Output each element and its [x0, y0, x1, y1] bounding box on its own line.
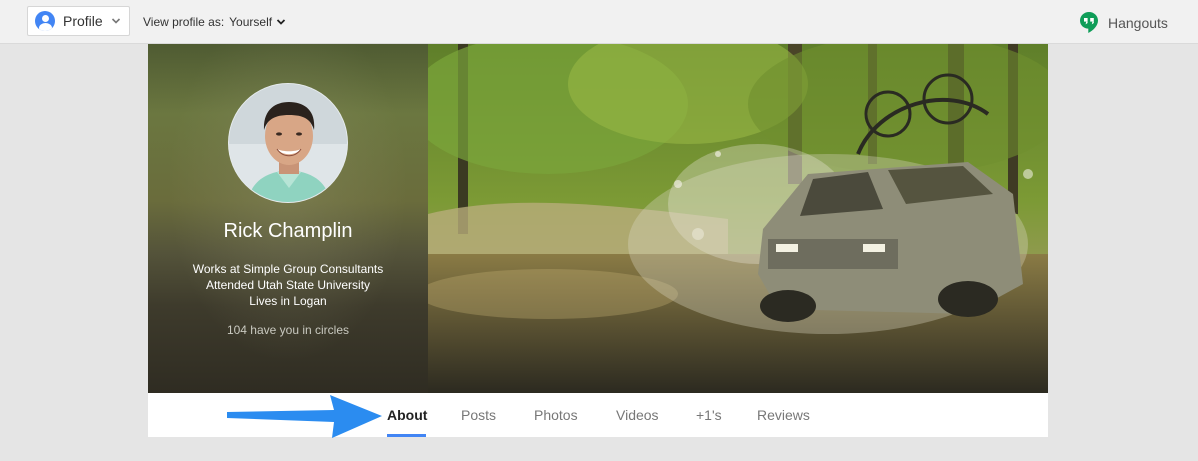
tab-videos[interactable]: Videos — [616, 393, 659, 437]
avatar[interactable] — [228, 83, 348, 203]
circles-count[interactable]: 104 have you in circles — [148, 323, 428, 337]
profile-details: Works at Simple Group Consultants Attend… — [148, 261, 428, 309]
tab-plus-ones[interactable]: +1's — [696, 393, 722, 437]
profile-work: Works at Simple Group Consultants — [192, 262, 384, 276]
active-tab-indicator — [387, 434, 426, 437]
hangouts-button[interactable]: Hangouts — [1080, 12, 1168, 33]
profile-info-panel: Rick Champlin Works at Simple Group Cons… — [148, 44, 428, 393]
profile-location: Lives in Logan — [249, 294, 327, 308]
avatar-photo — [229, 84, 347, 202]
profile-cover: Rick Champlin Works at Simple Group Cons… — [148, 44, 1048, 393]
chevron-down-icon — [276, 19, 286, 25]
view-as-label: View profile as: — [143, 15, 225, 29]
hangouts-label: Hangouts — [1108, 14, 1168, 31]
profile-education: Attended Utah State University — [205, 278, 371, 292]
profile-dropdown-label: Profile — [63, 13, 103, 29]
view-as-value: Yourself — [229, 15, 273, 29]
top-bar: Profile View profile as: Yourself Hangou… — [0, 0, 1198, 44]
tab-about[interactable]: About — [387, 393, 427, 437]
cover-photo-image — [428, 44, 1048, 393]
tab-photos[interactable]: Photos — [534, 393, 578, 437]
tab-reviews[interactable]: Reviews — [757, 393, 810, 437]
profile-dropdown-button[interactable]: Profile — [27, 6, 130, 36]
cover-photo[interactable] — [428, 44, 1048, 393]
hangouts-quote-icon — [1080, 12, 1098, 33]
profile-name: Rick Champlin — [223, 220, 353, 242]
person-circle-icon — [35, 11, 55, 31]
view-profile-as-selector[interactable]: View profile as: Yourself — [143, 15, 286, 29]
annotation-arrow-icon — [227, 395, 382, 438]
chevron-down-icon — [111, 18, 120, 24]
tab-posts[interactable]: Posts — [461, 393, 496, 437]
